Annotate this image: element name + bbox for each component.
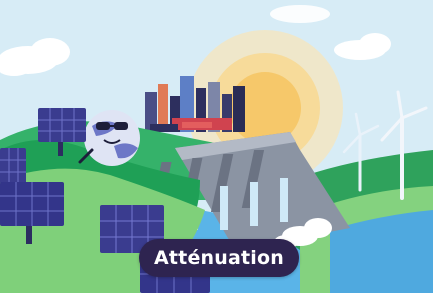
category-badge[interactable]: Atténuation bbox=[139, 239, 299, 277]
badge-label: Atténuation bbox=[153, 247, 284, 269]
solar-panel-icon bbox=[0, 148, 26, 184]
cloud-icon bbox=[270, 5, 330, 23]
illustration-card[interactable]: Atténuation bbox=[0, 0, 433, 293]
